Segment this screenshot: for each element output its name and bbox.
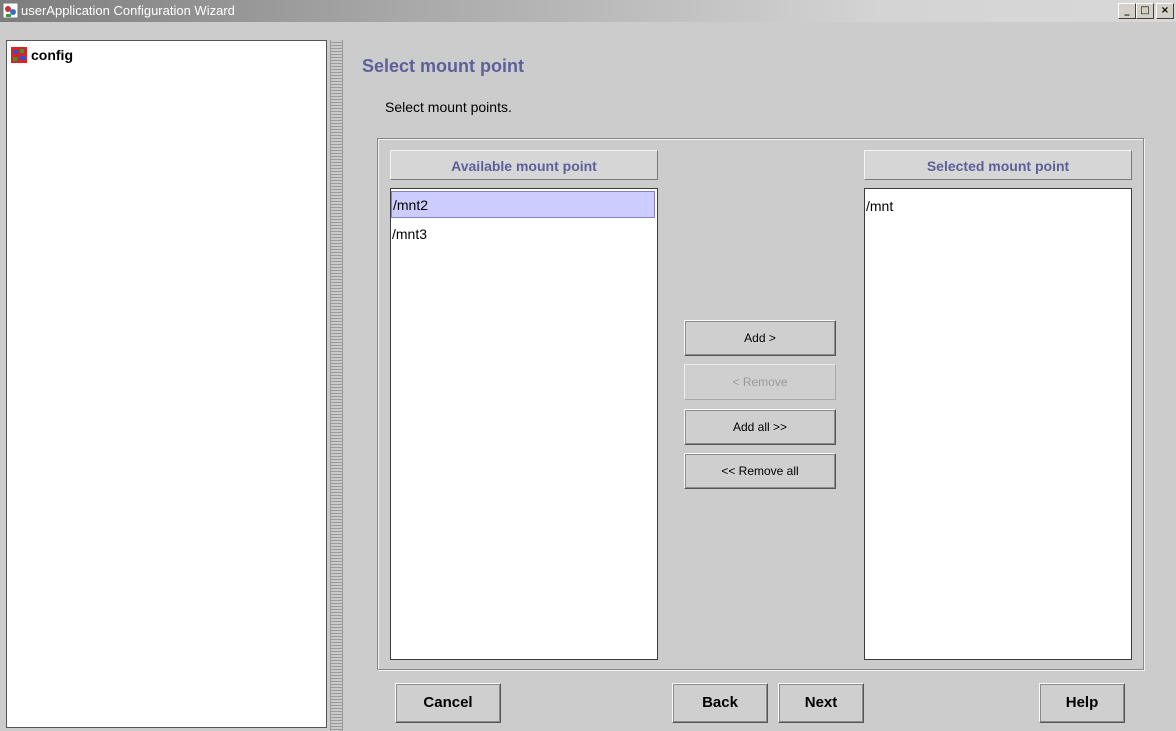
- tree-pane[interactable]: config: [6, 40, 327, 728]
- pane-splitter[interactable]: [330, 40, 343, 731]
- selected-list-header: Selected mount point: [864, 150, 1132, 180]
- list-item[interactable]: /mnt3: [391, 221, 655, 248]
- back-button[interactable]: Back: [672, 683, 768, 723]
- remove-all-button[interactable]: << Remove all: [684, 453, 836, 489]
- add-all-button[interactable]: Add all >>: [684, 409, 836, 445]
- list-item[interactable]: /mnt: [865, 193, 1129, 220]
- available-list-header: Available mount point: [390, 150, 658, 180]
- next-button[interactable]: Next: [778, 683, 864, 723]
- cancel-button[interactable]: Cancel: [395, 683, 501, 723]
- window-titlebar[interactable]: userApplication Configuration Wizard _ □…: [0, 0, 1176, 22]
- maximize-button[interactable]: □: [1136, 3, 1154, 19]
- selected-list[interactable]: /mnt: [864, 188, 1132, 660]
- add-button[interactable]: Add >: [684, 320, 836, 356]
- minimize-button[interactable]: _: [1118, 3, 1136, 19]
- tree-node-label: config: [31, 47, 73, 63]
- window-title: userApplication Configuration Wizard: [21, 3, 235, 18]
- config-node-icon: [11, 47, 27, 63]
- app-icon: [2, 2, 19, 19]
- close-button[interactable]: ×: [1156, 3, 1174, 19]
- available-list[interactable]: /mnt2 /mnt3: [390, 188, 658, 660]
- instruction-text: Select mount points.: [385, 99, 512, 115]
- remove-button[interactable]: < Remove: [684, 364, 836, 400]
- page-title: Select mount point: [362, 56, 524, 76]
- help-button[interactable]: Help: [1039, 683, 1125, 723]
- list-item[interactable]: /mnt2: [391, 191, 655, 218]
